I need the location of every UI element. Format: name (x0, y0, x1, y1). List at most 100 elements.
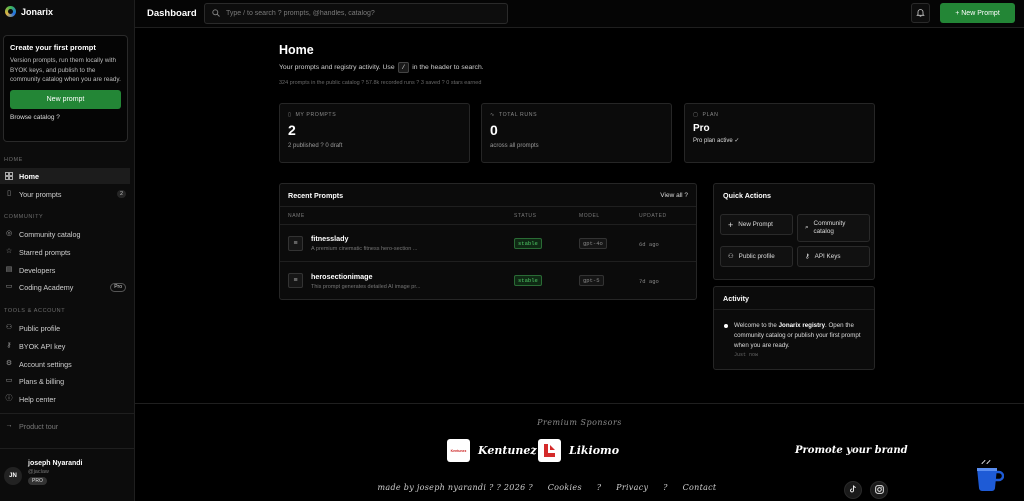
text-lines-icon: ≡ (288, 273, 303, 288)
prompt-description: A premium cinematic fitness hero-section… (311, 246, 418, 252)
instagram-button[interactable] (870, 481, 888, 499)
text-lines-icon: ≡ (288, 235, 303, 251)
help-icon: ⓘ (5, 395, 13, 402)
sidebar-item-coding-academy[interactable]: ▭ Coding Academy Pro (0, 279, 130, 295)
sidebar-item-label: Product tour (19, 421, 59, 431)
recent-prompts-panel: Recent Prompts View all ? NAME STATUS MO… (279, 183, 697, 300)
instagram-icon (874, 484, 884, 496)
catalog-stats: 324 prompts in the public catalog ? 57.8… (279, 80, 482, 86)
sidebar-item-label: Developers (19, 265, 56, 275)
prompt-cell: ≡ herosectionimage This prompt generates… (280, 272, 514, 290)
sidebar-item-public-profile[interactable]: ⚇ Public profile (0, 320, 130, 336)
box-icon: ▢ (693, 112, 699, 118)
sidebar-item-byok-api-key[interactable]: ⚷ BYOK API key (0, 338, 130, 354)
sidebar-item-developers[interactable]: ▤ Developers (0, 262, 130, 278)
prompt-name[interactable]: herosectionimage (311, 272, 420, 281)
app-root: Jonarix Create your first prompt Version… (0, 0, 1024, 501)
subtitle-text: Your prompts and registry activity. Use (279, 64, 395, 71)
notifications-button[interactable] (911, 3, 930, 23)
quick-action-community-catalog[interactable]: ⌕ Community catalog (797, 214, 870, 242)
plan-card[interactable]: ▢ PLAN Pro Pro plan active ✓ (684, 103, 875, 163)
gear-icon: ⚙ (5, 360, 13, 367)
section-label-home: HOME (4, 157, 23, 163)
search-input[interactable] (226, 10, 506, 17)
updated-time: 7d ago (639, 278, 659, 285)
prompt-name[interactable]: fitnesslady (311, 234, 417, 243)
card-icon: ▭ (5, 377, 13, 384)
sidebar-item-label: Account settings (19, 359, 72, 369)
user-icon: ⚇ (728, 253, 734, 260)
sponsor-kentunez[interactable]: Kentunez Kentunez (447, 439, 537, 462)
sponsor-likiomo[interactable]: Likiomo (538, 439, 619, 462)
view-all-link[interactable]: View all ? (660, 192, 688, 199)
document-icon: ▯ (288, 112, 292, 118)
quick-action-public-profile[interactable]: ⚇ Public profile (720, 246, 793, 267)
brand[interactable]: Jonarix (5, 6, 53, 17)
model-badge: gpt-5 (579, 275, 604, 286)
sidebar-item-plans-billing[interactable]: ▭ Plans & billing (0, 373, 130, 389)
quick-action-api-keys[interactable]: ⚷ API Keys (797, 246, 870, 267)
sidebar-item-starred-prompts[interactable]: ☆ Starred prompts (0, 244, 130, 260)
quick-actions-panel: Quick Actions + New Prompt ⌕ Community c… (713, 183, 875, 280)
sidebar-item-help-center[interactable]: ⓘ Help center (0, 391, 130, 407)
panel-divider (714, 309, 874, 310)
sidebar-item-label: Community catalog (19, 229, 81, 239)
sidebar-divider (0, 448, 134, 449)
search-bar[interactable] (204, 3, 508, 24)
sidebar-item-label: Help center (19, 394, 56, 404)
sidebar-item-account-settings[interactable]: ⚙ Account settings (0, 356, 130, 372)
tiktok-icon (849, 485, 857, 495)
table-row[interactable]: ≡ fitnesslady A premium cinematic fitnes… (280, 225, 696, 262)
column-header: STATUS (514, 212, 537, 219)
sidebar-item-label: BYOK API key (19, 341, 66, 351)
my-prompts-card[interactable]: ▯ MY PROMPTS 2 2 published ? 0 draft (279, 103, 470, 163)
quick-actions-title: Quick Actions (723, 191, 772, 200)
card-label: ▢ PLAN (693, 112, 719, 118)
footer-credits: made by joseph nyarandi ? ? 2026 ? Cooki… (135, 483, 965, 492)
browse-catalog-link[interactable]: Browse catalog ? (10, 114, 121, 121)
quick-action-new-prompt[interactable]: + New Prompt (720, 214, 793, 235)
sidebar-item-label: Home (19, 171, 39, 181)
activity-text: Welcome to the Jonarix registry. Open th… (734, 322, 861, 349)
bell-icon (916, 8, 925, 19)
prompt-description: This prompt generates detailed AI image … (311, 283, 421, 290)
my-prompts-note: 2 published ? 0 draft (288, 143, 343, 149)
updated-time: 6d ago (639, 240, 659, 248)
tiktok-button[interactable] (844, 481, 862, 499)
plan-note: Pro plan active ✓ (693, 138, 740, 144)
status-badge: stable (514, 275, 542, 286)
sidebar-item-product-tour[interactable]: → Product tour (0, 418, 130, 434)
promo-text: Version prompts, run them locally with B… (10, 57, 121, 83)
main-content: Home Your prompts and registry activity.… (135, 28, 1024, 403)
arrow-right-icon: → (5, 422, 13, 429)
plan-value: Pro (693, 123, 710, 134)
privacy-link[interactable]: Privacy (616, 483, 648, 492)
sidebar-item-home[interactable]: Home (0, 168, 130, 184)
total-runs-card[interactable]: ∿ TOTAL RUNS 0 across all prompts (481, 103, 672, 163)
activity-item: Welcome to the Jonarix registry. Open th… (724, 321, 869, 358)
coffee-cup-icon[interactable] (974, 459, 1005, 494)
link-separator: ? (596, 483, 602, 492)
section-label-tools: TOOLS & ACCOUNT (4, 308, 66, 314)
code-icon: ▤ (5, 266, 13, 273)
likiomo-logo (538, 439, 561, 462)
sidebar-item-your-prompts[interactable]: ▯ Your prompts 2 (0, 186, 130, 202)
new-prompt-header-button[interactable]: + New Prompt (940, 3, 1015, 23)
prompt-cell: ≡ fitnesslady A premium cinematic fitnes… (280, 234, 514, 252)
sidebar-item-label: Your prompts (19, 189, 62, 199)
promote-brand-link[interactable]: Promote your brand (795, 445, 908, 456)
status-badge: stable (514, 237, 542, 249)
sidebar: Jonarix Create your first prompt Version… (0, 0, 135, 501)
recent-prompts-title: Recent Prompts (288, 190, 344, 200)
new-prompt-button[interactable]: New prompt (10, 89, 121, 109)
page-title: Dashboard (147, 8, 197, 19)
user-profile[interactable]: JN joseph Nyarandi @jaclaw PRO (4, 460, 82, 485)
cookies-link[interactable]: Cookies (548, 483, 582, 492)
user-name: joseph Nyarandi (28, 460, 83, 467)
compass-icon: ◎ (5, 230, 13, 237)
column-header: UPDATED (639, 212, 667, 219)
slash-key-hint: / (397, 62, 410, 73)
sidebar-item-community-catalog[interactable]: ◎ Community catalog (0, 226, 130, 242)
contact-link[interactable]: Contact (683, 483, 717, 492)
table-row[interactable]: ≡ herosectionimage This prompt generates… (280, 262, 696, 299)
